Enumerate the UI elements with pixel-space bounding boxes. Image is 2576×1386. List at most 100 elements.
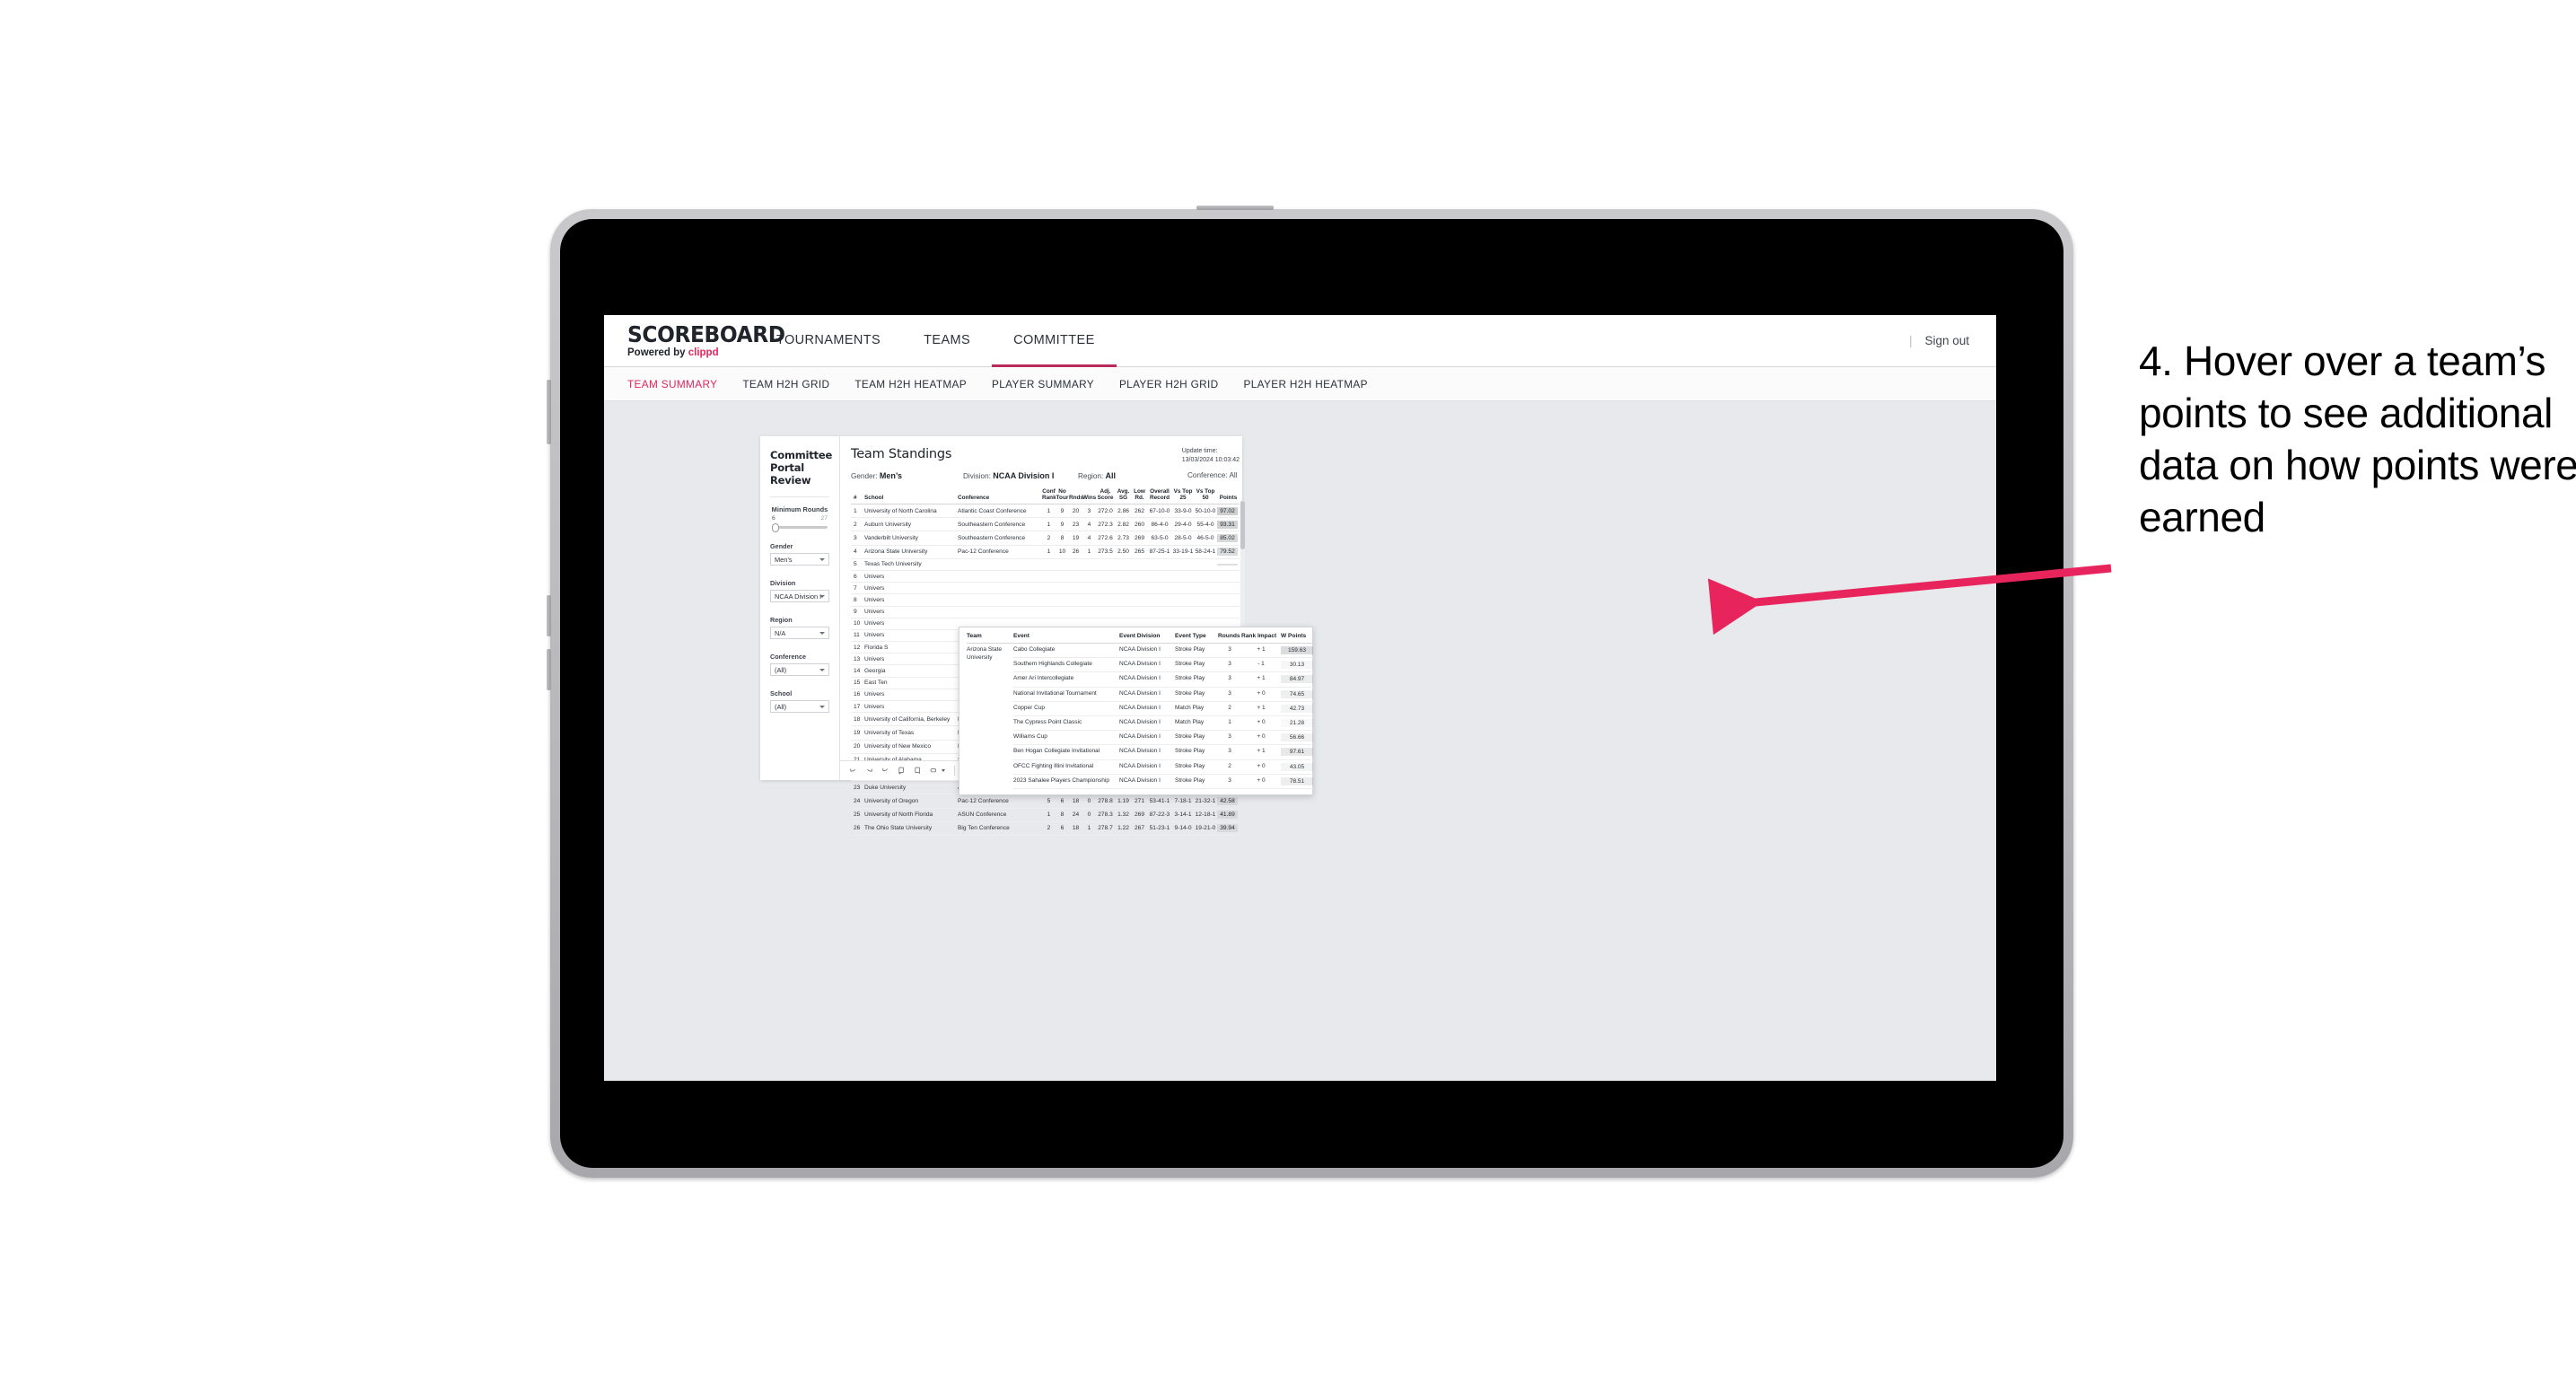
- divider: [770, 496, 829, 497]
- tooltip-row: Ben Hogan Collegiate Invitational NCAA Di…: [967, 744, 1313, 760]
- row-points-cell[interactable]: 79.52: [1217, 545, 1240, 559]
- tooltip-team-name: Arizona State University: [967, 646, 1003, 661]
- row-conference: Big Ten Conference: [958, 821, 1042, 836]
- col-wins[interactable]: Wins: [1082, 488, 1096, 504]
- tab-team-summary[interactable]: TEAM SUMMARY: [627, 378, 717, 390]
- row-points-cell[interactable]: 39.94: [1217, 821, 1240, 836]
- col-low-rd[interactable]: Low Rd.: [1132, 488, 1147, 504]
- row-points-cell[interactable]: 97.02: [1217, 504, 1240, 519]
- table-row[interactable]: 7 Univers: [851, 582, 1240, 595]
- row-no-tour: 8: [1056, 808, 1069, 822]
- row-adj-score: [1096, 593, 1115, 607]
- minimum-rounds-slider[interactable]: [772, 522, 828, 532]
- sign-out-link[interactable]: Sign out: [1924, 334, 1969, 347]
- redo-icon[interactable]: [864, 766, 874, 776]
- table-row[interactable]: 4 Arizona State University Pac-12 Conferen…: [851, 545, 1240, 559]
- row-points-cell[interactable]: [1217, 593, 1240, 607]
- row-adj-score: 272.0: [1096, 504, 1115, 519]
- tablet-volume-up-button[interactable]: [547, 595, 551, 636]
- col-avg-sg[interactable]: Avg. SG: [1115, 488, 1132, 504]
- brand-logo[interactable]: SCOREBOARD Powered by clippd: [604, 315, 785, 366]
- region-select[interactable]: N/A: [770, 627, 829, 639]
- summary-conference-value: All: [1229, 471, 1238, 479]
- undo-icon[interactable]: [848, 766, 858, 776]
- col-no-tour[interactable]: No Tour: [1056, 488, 1069, 504]
- tooltip-event-type: Stroke Play: [1175, 687, 1218, 702]
- col-points[interactable]: Points: [1217, 488, 1240, 504]
- col-overall-record[interactable]: Overall Record: [1147, 488, 1172, 504]
- row-rnds: [1069, 570, 1082, 583]
- row-points-cell[interactable]: [1217, 558, 1240, 571]
- row-school: Univers: [864, 606, 958, 618]
- table-row[interactable]: 3 Vanderbilt University Southeastern Confe…: [851, 531, 1240, 546]
- table-row[interactable]: 26 The Ohio State University Big Ten Confe…: [851, 821, 1240, 836]
- row-rank: 16: [851, 689, 864, 702]
- tooltip-row: The Cypress Point Classic NCAA Division I…: [967, 715, 1313, 732]
- table-row[interactable]: 24 University of Oregon Pac-12 Conference 5…: [851, 794, 1240, 809]
- row-points-cell[interactable]: 93.31: [1217, 517, 1240, 532]
- row-no-tour: [1056, 558, 1069, 571]
- tablet-power-button[interactable]: [1196, 206, 1274, 210]
- division-select[interactable]: NCAA Division I: [770, 590, 829, 602]
- tab-team-h2h-grid[interactable]: TEAM H2H GRID: [742, 378, 829, 390]
- tooltip-rank-impact: + 0: [1241, 687, 1281, 702]
- table-row[interactable]: 8 Univers: [851, 593, 1240, 607]
- col-rank[interactable]: #: [851, 488, 864, 504]
- tablet-side-button[interactable]: [547, 380, 551, 444]
- table-row[interactable]: 6 Univers: [851, 570, 1240, 583]
- tablet-device-frame: SCOREBOARD Powered by clippd TOURNAMENTS…: [547, 206, 2073, 1178]
- tab-team-h2h-heatmap[interactable]: TEAM H2H HEATMAP: [854, 378, 967, 390]
- row-school: University of North Carolina: [864, 504, 958, 519]
- conference-select[interactable]: (All): [770, 663, 829, 676]
- col-school[interactable]: School: [864, 488, 958, 504]
- col-conference[interactable]: Conference: [958, 488, 1042, 504]
- tooltip-row: Arizona State University Cabo Collegiate N…: [967, 643, 1313, 661]
- standings-scrollbar-thumb[interactable]: [1240, 501, 1245, 549]
- summary-gender-value: Men’s: [879, 471, 903, 480]
- tooltip-w-points-value: 56.66: [1281, 733, 1313, 742]
- topnav-item-teams[interactable]: TEAMS: [902, 315, 992, 367]
- standings-table-head: # School Conference Conf Rank No Tour Rnds…: [851, 488, 1240, 504]
- school-select[interactable]: (All): [770, 700, 829, 713]
- tab-player-h2h-heatmap[interactable]: PLAYER H2H HEATMAP: [1244, 378, 1368, 390]
- row-overall-record: [1147, 570, 1172, 583]
- col-adj-score[interactable]: Adj. Score: [1096, 488, 1115, 504]
- resume-icon[interactable]: [913, 766, 923, 776]
- summary-conference-key: Conference:: [1187, 471, 1228, 479]
- gender-select[interactable]: Men’s: [770, 553, 829, 566]
- tablet-volume-down-button[interactable]: [547, 649, 551, 690]
- col-conf-rank[interactable]: Conf Rank: [1042, 488, 1056, 504]
- slider-thumb[interactable]: [772, 522, 779, 532]
- row-points-cell[interactable]: [1217, 582, 1240, 595]
- row-rank: 9: [851, 606, 864, 618]
- row-rank: 24: [851, 794, 864, 809]
- col-vs-top-50[interactable]: Vs Top 50: [1194, 488, 1217, 504]
- row-wins: [1082, 606, 1096, 618]
- tooltip-rounds: 3: [1218, 643, 1241, 659]
- table-row[interactable]: 1 University of North Carolina Atlantic Co…: [851, 504, 1240, 519]
- table-row[interactable]: 25 University of North Florida ASUN Confer…: [851, 808, 1240, 822]
- tooltip-w-points-cell: 42.73: [1281, 701, 1313, 716]
- tip-col-team: Team: [967, 632, 1013, 644]
- topnav-item-committee[interactable]: COMMITTEE: [992, 315, 1117, 367]
- tooltip-event-type: Stroke Play: [1175, 657, 1218, 673]
- tab-player-summary[interactable]: PLAYER SUMMARY: [992, 378, 1094, 390]
- revert-icon[interactable]: [881, 766, 890, 776]
- table-row[interactable]: 5 Texas Tech University: [851, 558, 1240, 571]
- table-row[interactable]: 2 Auburn University Southeastern Conferenc…: [851, 517, 1240, 532]
- row-conference: Atlantic Coast Conference: [958, 504, 1042, 519]
- tab-player-h2h-grid[interactable]: PLAYER H2H GRID: [1119, 378, 1219, 390]
- clear-sheet-button[interactable]: [929, 766, 945, 776]
- table-row[interactable]: 9 Univers: [851, 606, 1240, 618]
- row-points-cell[interactable]: [1217, 570, 1240, 583]
- pause-icon[interactable]: [897, 766, 907, 776]
- tooltip-w-points-value: 74.65: [1281, 689, 1313, 698]
- row-points-cell[interactable]: 41.89: [1217, 808, 1240, 822]
- row-conf-rank: 1: [1042, 504, 1056, 519]
- col-rnds[interactable]: Rnds: [1069, 488, 1083, 504]
- row-points-cell[interactable]: [1217, 606, 1240, 618]
- col-vs-top-25[interactable]: Vs Top 25: [1172, 488, 1194, 504]
- points-value: [1217, 588, 1238, 590]
- row-points-cell[interactable]: 42.58: [1217, 794, 1240, 809]
- row-points-cell[interactable]: 85.02: [1217, 531, 1240, 546]
